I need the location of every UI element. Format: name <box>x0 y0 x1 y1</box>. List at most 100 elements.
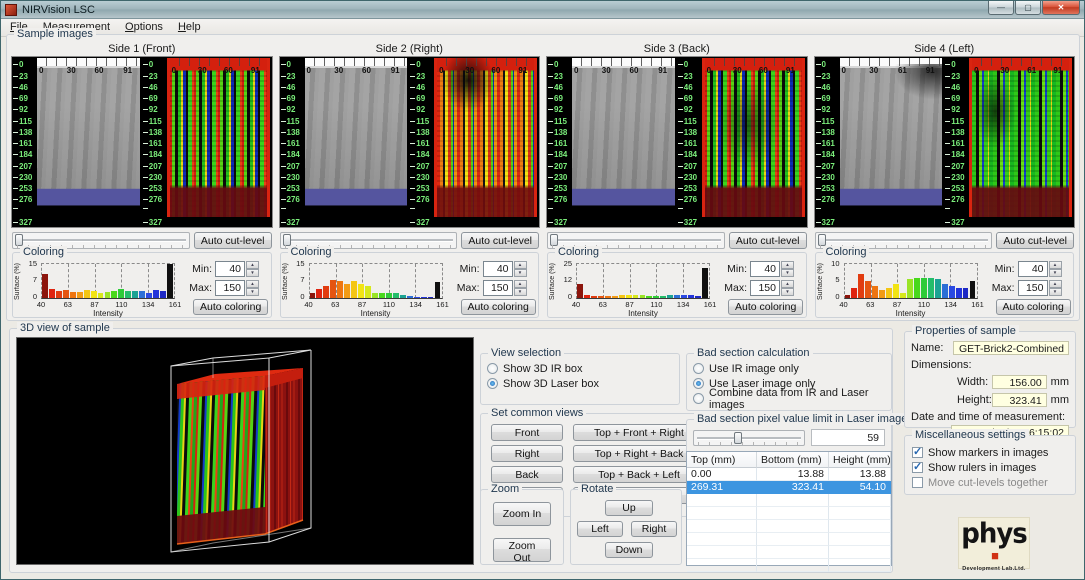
max-intensity-input[interactable]: 150 <box>1018 280 1048 296</box>
ir-sample-image[interactable]: 0306091 <box>37 58 140 217</box>
bad-section-option[interactable]: Combine data from IR and Laser images <box>687 391 891 406</box>
cut-level-slider-thumb[interactable] <box>818 234 826 246</box>
ruler-tick: 0 <box>548 61 558 68</box>
vertical-ruler: 023466992115138161184207230253276327 <box>677 57 702 227</box>
auto-cut-level-button[interactable]: Auto cut-level <box>461 232 539 249</box>
ruler-tick-mark <box>945 154 950 155</box>
min-intensity-input[interactable]: 40 <box>215 261 245 277</box>
bad-section-option[interactable]: Use IR image only <box>687 361 891 376</box>
laser-sample-image[interactable]: 0306091 <box>434 58 537 217</box>
menu-item-options[interactable]: Options <box>118 19 171 35</box>
ruler-tick-mark <box>816 132 821 133</box>
y-tick-label: 15 <box>296 260 304 267</box>
minimize-button[interactable]: — <box>988 1 1014 15</box>
histogram-bar <box>674 295 680 298</box>
view-right-button[interactable]: Right <box>491 445 563 462</box>
maximize-button[interactable]: ▢ <box>1015 1 1041 15</box>
checkbox-checked[interactable] <box>912 462 923 473</box>
spin-down-button[interactable]: ▼ <box>781 269 794 277</box>
max-intensity-input[interactable]: 150 <box>483 280 513 296</box>
zoom-out-button[interactable]: Zoom Out <box>493 538 551 562</box>
spin-up-button[interactable]: ▲ <box>781 261 794 269</box>
auto-cut-level-button[interactable]: Auto cut-level <box>729 232 807 249</box>
spin-up-button[interactable]: ▲ <box>246 261 259 269</box>
spin-up-button[interactable]: ▲ <box>514 261 527 269</box>
ruler-tick: 69 <box>143 95 158 102</box>
zoom-in-button[interactable]: Zoom In <box>493 502 551 526</box>
max-intensity-input[interactable]: 150 <box>215 280 245 296</box>
misc-option[interactable]: Show rulers in images <box>905 460 1075 475</box>
rotate-up-button[interactable]: Up <box>605 500 653 516</box>
cut-level-slider-thumb[interactable] <box>283 234 291 246</box>
ruler-tick-label: 0 <box>39 66 43 75</box>
spin-up-button[interactable]: ▲ <box>1049 280 1062 288</box>
view-selection-option[interactable]: Show 3D IR box <box>481 361 679 376</box>
sample-panel: Side 4 (Left)023466992115138161184207230… <box>814 43 1076 318</box>
ruler-tick-mark <box>410 208 415 209</box>
3d-viewport[interactable] <box>16 337 474 565</box>
radio-button[interactable] <box>487 363 498 374</box>
spin-down-button[interactable]: ▼ <box>1049 288 1062 296</box>
ir-sample-image[interactable]: 0306191 <box>840 58 943 217</box>
auto-cut-level-button[interactable]: Auto cut-level <box>996 232 1074 249</box>
auto-coloring-button[interactable]: Auto coloring <box>461 299 536 315</box>
table-header-cell: Height (mm) <box>829 452 891 468</box>
laser-sample-image[interactable]: 0306091 <box>167 58 270 217</box>
ir-sample-image[interactable]: 0306091 <box>572 58 675 217</box>
ruler-tick: 0 <box>678 61 688 68</box>
close-button[interactable]: ✕ <box>1042 1 1080 15</box>
misc-option[interactable]: Move cut-levels together <box>905 475 1075 490</box>
view-back-button[interactable]: Back <box>491 466 563 483</box>
spin-up-button[interactable]: ▲ <box>781 280 794 288</box>
pixel-limit-slider-thumb[interactable] <box>734 432 742 444</box>
ruler-tick-mark <box>410 87 415 88</box>
cut-level-slider-thumb[interactable] <box>550 234 558 246</box>
spin-down-button[interactable]: ▼ <box>781 288 794 296</box>
ruler-tick: 69 <box>548 95 563 102</box>
ruler-tick-mark <box>548 208 553 209</box>
pixel-limit-slider[interactable] <box>693 430 805 446</box>
auto-coloring-button[interactable]: Auto coloring <box>193 299 268 315</box>
table-row[interactable]: 269.31323.4154.10 <box>687 481 891 494</box>
menu-item-help[interactable]: Help <box>171 19 209 35</box>
auto-coloring-button[interactable]: Auto coloring <box>728 299 803 315</box>
histogram-bar <box>619 295 625 298</box>
min-intensity-input[interactable]: 40 <box>1018 261 1048 277</box>
view-selection-option[interactable]: Show 3D Laser box <box>481 376 679 391</box>
cut-level-slider-thumb[interactable] <box>15 234 23 246</box>
radio-button-selected[interactable] <box>693 378 704 389</box>
laser-sample-image[interactable]: 0306191 <box>969 58 1072 217</box>
checkbox[interactable] <box>912 477 923 488</box>
rotate-right-button[interactable]: Right <box>631 521 677 537</box>
checkbox-checked[interactable] <box>912 447 923 458</box>
auto-coloring-button[interactable]: Auto coloring <box>996 299 1071 315</box>
view-front-button[interactable]: Front <box>491 424 563 441</box>
max-intensity-input[interactable]: 150 <box>750 280 780 296</box>
rotate-left-button[interactable]: Left <box>577 521 623 537</box>
radio-button[interactable] <box>693 393 704 404</box>
pixel-limit-value[interactable]: 59 <box>811 429 885 446</box>
spin-up-button[interactable]: ▲ <box>246 280 259 288</box>
table-row[interactable]: 0.0013.8813.88 <box>687 468 891 481</box>
ir-sample-image[interactable]: 0306091 <box>305 58 408 217</box>
laser-sample-image[interactable]: 0306091 <box>702 58 805 217</box>
ruler-tick-label: 30 <box>334 66 343 75</box>
rotate-down-button[interactable]: Down <box>605 542 653 558</box>
radio-button-selected[interactable] <box>487 378 498 389</box>
spin-down-button[interactable]: ▼ <box>514 269 527 277</box>
spin-down-button[interactable]: ▼ <box>246 288 259 296</box>
ruler-tick-label: 69 <box>684 95 693 102</box>
misc-option[interactable]: Show markers in images <box>905 445 1075 460</box>
auto-cut-level-button[interactable]: Auto cut-level <box>194 232 272 249</box>
x-tick-label: 110 <box>115 301 127 309</box>
ruler-tick: 230 <box>548 174 567 181</box>
spin-down-button[interactable]: ▼ <box>246 269 259 277</box>
ruler-tick-label: 23 <box>951 73 960 80</box>
min-intensity-input[interactable]: 40 <box>750 261 780 277</box>
spin-up-button[interactable]: ▲ <box>1049 261 1062 269</box>
spin-up-button[interactable]: ▲ <box>514 280 527 288</box>
min-intensity-input[interactable]: 40 <box>483 261 513 277</box>
radio-button[interactable] <box>693 363 704 374</box>
spin-down-button[interactable]: ▼ <box>1049 269 1062 277</box>
spin-down-button[interactable]: ▼ <box>514 288 527 296</box>
